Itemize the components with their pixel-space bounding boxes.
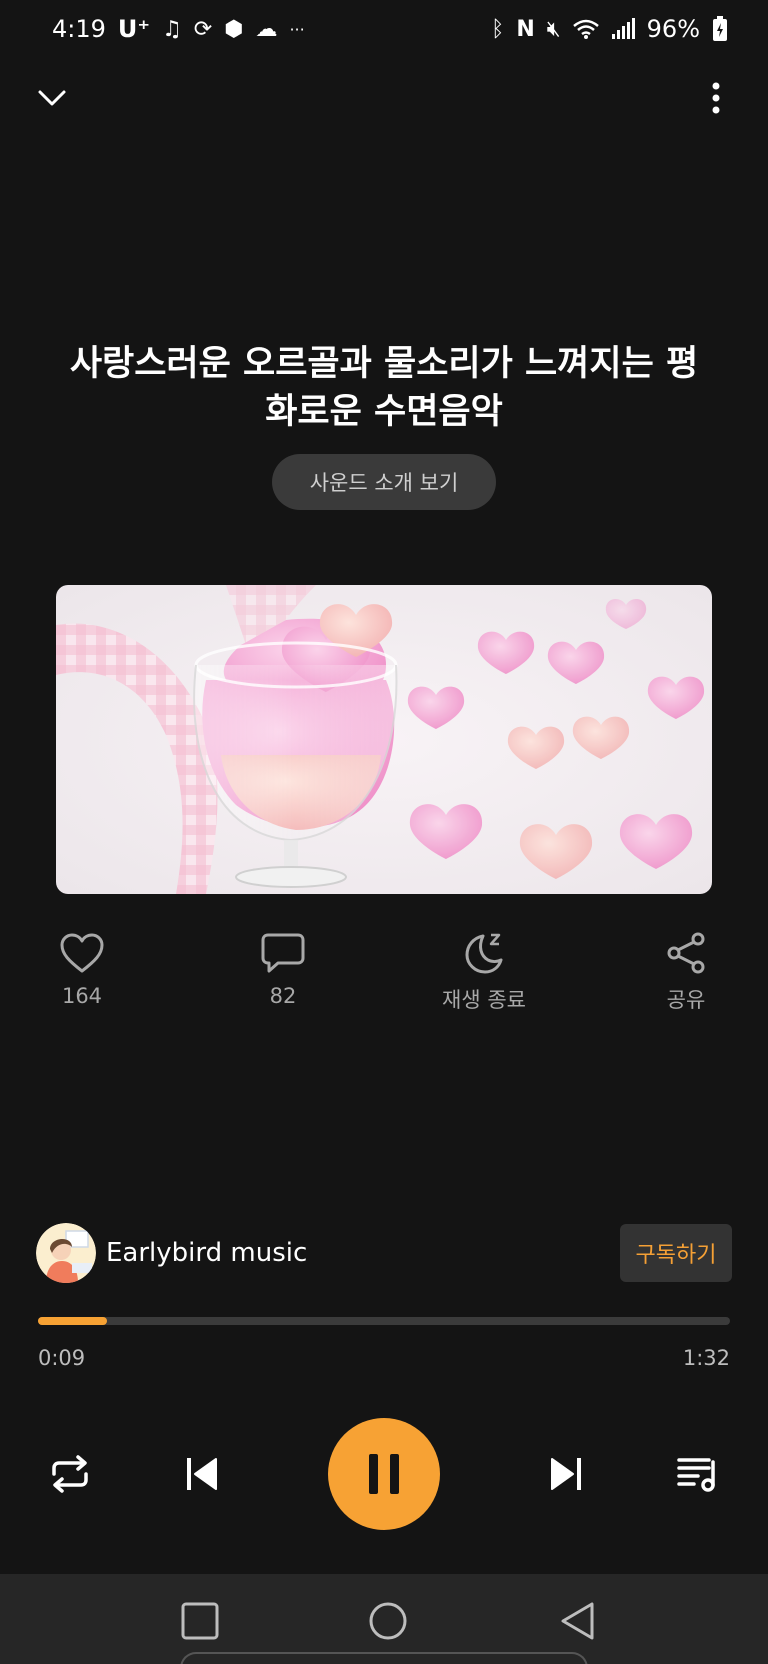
channel-row: Earlybird music 구독하기 <box>36 1222 732 1284</box>
system-nav-bar <box>0 1574 768 1664</box>
playlist-icon <box>677 1458 715 1492</box>
share-button[interactable]: 공유 <box>616 932 756 1014</box>
more-dots-icon: ··· <box>289 19 305 39</box>
heart-icon <box>60 933 104 973</box>
cover-art <box>56 585 712 894</box>
bluetooth-icon: ᛒ <box>491 16 505 42</box>
battery-icon <box>713 16 727 41</box>
status-left: 4:19 U⁺ ♫ ⟳ ⬢ ☁ ··· <box>52 15 305 43</box>
sleep-timer-button[interactable]: 재생 종료 <box>414 932 554 1014</box>
status-time: 4:19 <box>52 15 106 43</box>
channel-avatar[interactable] <box>36 1223 96 1283</box>
cube-icon: ⬢ <box>224 16 244 42</box>
comment-icon <box>261 933 305 973</box>
comment-button[interactable]: 82 <box>213 932 353 1008</box>
total-time: 1:32 <box>682 1346 730 1370</box>
sleep-timer-label: 재생 종료 <box>442 988 526 1012</box>
nfc-icon: N <box>516 16 535 42</box>
sound-intro-button[interactable]: 사운드 소개 보기 <box>272 454 496 510</box>
carrier-label: U⁺ <box>117 15 151 43</box>
like-count: 164 <box>61 984 103 1008</box>
square-icon <box>181 1602 219 1640</box>
current-time: 0:09 <box>38 1346 86 1370</box>
comment-count: 82 <box>269 984 297 1008</box>
gesture-hint-bar <box>180 1652 588 1664</box>
share-label: 공유 <box>666 988 706 1012</box>
circle-icon <box>369 1602 407 1640</box>
mute-icon: 🔇︎ <box>546 16 561 42</box>
wifi-icon <box>572 19 599 39</box>
moon-icon <box>465 933 503 974</box>
repeat-button[interactable] <box>44 1448 96 1500</box>
cover-image <box>56 585 712 894</box>
like-button[interactable]: 164 <box>12 932 152 1008</box>
repeat-icon <box>52 1455 88 1493</box>
collapse-button[interactable] <box>30 76 74 120</box>
skip-next-icon <box>551 1458 581 1490</box>
skip-previous-icon <box>187 1458 217 1490</box>
previous-button[interactable] <box>176 1448 228 1500</box>
chevron-down-icon <box>38 90 66 106</box>
back-triangle-icon <box>561 1602 594 1640</box>
signal-icon <box>611 18 635 39</box>
top-bar <box>0 70 768 126</box>
recent-apps-button[interactable] <box>175 1596 225 1646</box>
more-options-button[interactable] <box>694 76 738 120</box>
pause-icon <box>369 1454 399 1494</box>
track-title: 사랑스러운 오르골과 물소리가 느껴지는 평화로운 수면음악 <box>69 344 699 432</box>
vertical-dots-icon <box>712 82 720 114</box>
progress-slider[interactable] <box>38 1317 730 1325</box>
status-bar: 4:19 U⁺ ♫ ⟳ ⬢ ☁ ··· ᛒ N 🔇︎ 96% <box>0 0 768 58</box>
sync-icon: ⟳ <box>193 16 213 42</box>
progress-fill <box>38 1317 108 1325</box>
pause-button[interactable] <box>328 1418 440 1530</box>
avatar-image <box>36 1223 96 1283</box>
cloud-icon: ☁ <box>255 16 278 42</box>
battery-percent: 96% <box>646 15 700 43</box>
share-icon <box>667 932 705 974</box>
music-note-icon: ♫ <box>162 16 182 42</box>
channel-name[interactable]: Earlybird music <box>106 1238 307 1268</box>
playlist-button[interactable] <box>672 1448 724 1500</box>
next-button[interactable] <box>540 1448 592 1500</box>
home-button[interactable] <box>363 1596 413 1646</box>
status-right: ᛒ N 🔇︎ 96% <box>491 15 728 43</box>
action-row: 164 82 재생 종료 공유 <box>0 932 768 1022</box>
playback-controls <box>0 1418 768 1530</box>
back-button[interactable] <box>553 1596 603 1646</box>
subscribe-button[interactable]: 구독하기 <box>620 1224 732 1282</box>
